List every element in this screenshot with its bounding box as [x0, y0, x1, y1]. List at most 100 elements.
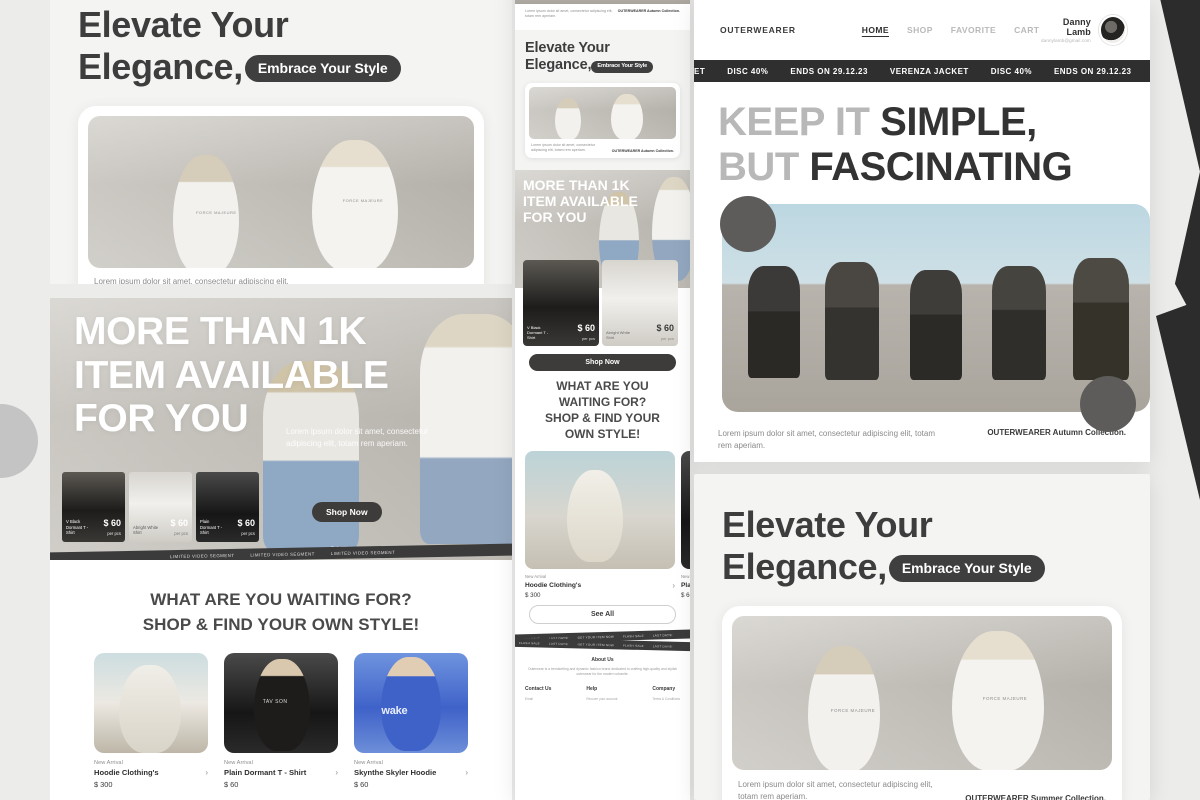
decor-circle-left — [0, 404, 38, 478]
mobile-list-name: Plain Dormant T - Shirt — [681, 581, 690, 589]
elevate-left-title: Elevate Your Elegance, Embrace Your Style — [78, 4, 484, 88]
mobile-product-row: V Black Dormant T - Shirt $ 60 per pcs A… — [515, 260, 690, 347]
avatar[interactable] — [1098, 15, 1128, 45]
banner-product-unit: per pcs — [107, 531, 121, 536]
ticker-item: LAST DAYS! — [652, 632, 673, 637]
summer-collection: OUTERWEARER Summer Collection. — [965, 793, 1106, 800]
mobile-see-all-button[interactable]: See All — [529, 604, 676, 624]
footer-column-company: Company Terms & Conditions — [652, 686, 680, 701]
user-menu[interactable]: Danny Lamb dannylamb@gmail.com — [1039, 15, 1128, 45]
grid-heading-line1: WHAT ARE YOU WAITING FOR? — [150, 590, 412, 609]
banner-more-than-1k: MORE THAN 1K ITEM AVAILABLE FOR YOU Lore… — [50, 298, 512, 560]
mobile-list-image — [681, 450, 690, 569]
banner-shop-now-button[interactable]: Shop Now — [312, 502, 382, 522]
mobile-banner-title-line2: ITEM AVAILABLE — [523, 193, 638, 210]
mobile-list-image — [525, 450, 675, 569]
promo-marquee: ET DISC 40% ENDS ON 29.12.23 VERENZA JAC… — [694, 60, 1150, 82]
mobile-list-badge: New Arrival — [525, 573, 547, 579]
banner-product-card[interactable]: Plain Dormant T - Shirt $ 60 per pcs — [196, 472, 259, 542]
product-card[interactable]: New Arrival Hoodie Clothing's › $ 300 — [94, 653, 208, 789]
banner-product-card[interactable]: Abright White Shirt $ 60 per pcs — [129, 472, 192, 542]
banner-product-card[interactable]: V Black Dormant T - Shirt $ 60 per pcs — [62, 472, 125, 542]
grid-heading: WHAT ARE YOU WAITING FOR? SHOP & FIND YO… — [50, 560, 512, 637]
nav-link-favorite[interactable]: FAVORITE — [951, 25, 996, 35]
screen-elevate-left: Elevate Your Elegance, Embrace Your Style… — [50, 0, 512, 284]
ticker-item: LAST DAYS! — [548, 640, 569, 646]
mobile-list-badge: New Arrival — [681, 573, 690, 579]
banner-subtext: Lorem ipsum dolor sit amet, consectetur … — [286, 427, 429, 448]
autumn-hero-title: KEEP IT SIMPLE, BUT FASCINATING — [718, 100, 1126, 190]
chevron-right-icon[interactable]: › — [205, 768, 208, 777]
summer-caption: Lorem ipsum dolor sit amet, consectetur … — [738, 779, 933, 800]
user-name: Danny Lamb — [1062, 17, 1091, 37]
mobile-elevate-collection: OUTERWEARER Autumn Collection. — [611, 149, 674, 154]
mobile-heading: WHAT ARE YOU WAITING FOR? SHOP & FIND YO… — [515, 371, 690, 442]
autumn-caption: Lorem ipsum dolor sit amet, consectetur … — [718, 428, 935, 450]
mobile-product-price: $ 60 — [577, 323, 595, 334]
nav-link-home[interactable]: HOME — [862, 25, 889, 35]
footer-column-item[interactable]: Terms & Conditions — [652, 697, 680, 701]
mobile-product-card[interactable]: Abright White Shirt $ 60 per pcs — [602, 260, 678, 347]
elevate-left-photo-card: FORCE MAJEURE FORCE MAJEURE Lorem ipsum … — [78, 105, 484, 285]
mobile-elevate-card: Lorem ipsum dolor sit amet, consectetur … — [525, 82, 680, 159]
product-badge: New Arrival — [224, 760, 253, 767]
mobile-screen: Lorem ipsum dolor sit amet, consectetur … — [515, 0, 690, 800]
ticker-item: LAST DAYS! — [652, 643, 673, 648]
ticker-item: FLASH SALE — [622, 633, 644, 638]
summer-title-line2: Elegance, — [722, 545, 887, 587]
mobile-list: New Arrival Hoodie Clothing's › $ 300 Ne… — [515, 443, 690, 599]
mobile-list-price: $ 60 — [681, 591, 690, 599]
product-name: Skynthe Skyler Hoodie — [354, 768, 437, 778]
product-card[interactable]: wake New Arrival Skynthe Skyler Hoodie ›… — [354, 653, 468, 789]
presentation-canvas: Elevate Your Elegance, Embrace Your Style… — [0, 0, 1200, 800]
mobile-banner-title: MORE THAN 1K ITEM AVAILABLE FOR YOU — [523, 177, 638, 226]
chevron-right-icon[interactable]: › — [335, 768, 338, 777]
banner-product-strip: V Black Dormant T - Shirt $ 60 per pcs A… — [62, 472, 259, 542]
mobile-product-name: V Black Dormant T - Shirt — [527, 324, 549, 341]
mobile-banner-title-line3: FOR YOU — [523, 209, 587, 226]
marquee-item: ET — [694, 66, 706, 76]
banner-title-line2: ITEM AVAILABLE — [74, 353, 389, 397]
brand-logo[interactable]: OUTERWEARER — [720, 25, 796, 35]
marquee-item: ENDS ON 29.12.23 — [1053, 66, 1132, 76]
product-grid: New Arrival Hoodie Clothing's › $ 300 TA… — [50, 637, 512, 789]
chevron-right-icon[interactable]: › — [465, 768, 468, 777]
nav-link-cart[interactable]: CART — [1014, 25, 1039, 35]
ticker-item: FLASH SALE — [519, 640, 540, 645]
nav-link-shop[interactable]: SHOP — [907, 25, 933, 35]
mobile-product-unit: per pcs — [660, 336, 674, 342]
chevron-right-icon[interactable]: › — [672, 581, 675, 590]
autumn-title-strong-2: FASCINATING — [809, 144, 1073, 189]
banner-title-line3: FOR YOU — [74, 397, 249, 441]
screen-autumn-desktop: OUTERWEARER HOME SHOP FAVORITE CART Dann… — [694, 0, 1150, 462]
list-item[interactable]: New Arrival Plain Dormant T - Shirt › $ … — [681, 450, 690, 599]
marquee-item: DISC 40% — [990, 66, 1032, 76]
decor-circle-bottom-right — [1080, 375, 1136, 432]
elevate-left-caption: Lorem ipsum dolor sit amet, consectetur … — [94, 276, 289, 285]
mobile-product-name: Abright White Shirt — [606, 329, 631, 341]
section-product-grid: WHAT ARE YOU WAITING FOR? SHOP & FIND YO… — [50, 560, 512, 800]
summer-title: Elevate Your Elegance, Embrace Your Style — [722, 504, 1122, 588]
product-card[interactable]: TAV SON New Arrival Plain Dormant T - Sh… — [224, 653, 338, 789]
mobile-top-photo — [515, 0, 690, 4]
footer-column-heading: Company — [652, 686, 676, 693]
banner-ticker-item: LIMITED VIDEO SEGMENT — [170, 552, 235, 559]
mobile-shop-now-button[interactable]: Shop Now — [529, 354, 676, 372]
mobile-banner-title-line1: MORE THAN 1K — [523, 177, 630, 194]
footer-column-heading: Contact Us — [525, 686, 552, 693]
elevate-left-pill: Embrace Your Style — [244, 54, 401, 82]
mobile-product-card[interactable]: V Black Dormant T - Shirt $ 60 per pcs — [523, 260, 599, 347]
autumn-title-muted-2: BUT — [718, 144, 799, 189]
summer-pill: Embrace Your Style — [888, 554, 1045, 582]
elevate-left-photo: FORCE MAJEURE FORCE MAJEURE — [88, 115, 474, 268]
footer-column-item[interactable]: Email — [525, 697, 551, 701]
list-item[interactable]: New Arrival Hoodie Clothing's › $ 300 — [525, 450, 675, 599]
footer-column-item[interactable]: Recover your account — [586, 697, 617, 701]
mobile-footer: About Us Outerwear is a trendsetting and… — [515, 649, 690, 702]
mobile-heading-line2: WAITING FOR? — [558, 395, 647, 410]
elevate-left-title-line2: Elegance, — [78, 45, 243, 87]
mobile-ticker-bottom: FLASH SALE LAST DAYS! GET YOUR ITEM NOW … — [515, 637, 690, 651]
autumn-title-strong-1: SIMPLE, — [880, 100, 1037, 144]
banner-product-name: V Black Dormant T - Shirt — [66, 518, 89, 536]
ticker-item: FLASH SALE — [622, 642, 644, 648]
